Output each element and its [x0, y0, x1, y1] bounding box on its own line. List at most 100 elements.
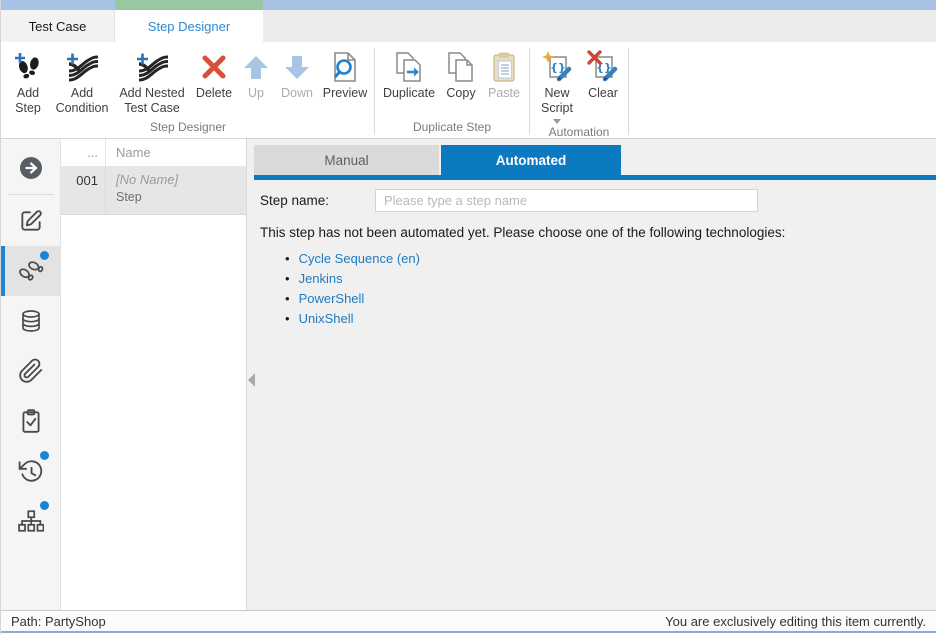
duplicate-button[interactable]: Duplicate: [378, 47, 440, 102]
ribbon-separator: [529, 48, 530, 135]
paste-label: Paste: [488, 86, 520, 101]
new-script-label: New Script: [536, 86, 578, 116]
move-down-label: Down: [281, 86, 313, 101]
add-condition-button[interactable]: Add Condition: [51, 47, 113, 117]
add-nested-test-case-button[interactable]: Add Nested Test Case: [113, 47, 191, 117]
duplicate-icon: [393, 48, 425, 86]
history-icon: [18, 458, 44, 484]
hierarchy-badge: [40, 501, 49, 510]
tab-step-designer-label: Step Designer: [148, 19, 230, 34]
duplicate-label: Duplicate: [383, 86, 435, 101]
technology-list-item: • Cycle Sequence (en): [285, 251, 936, 266]
delete-icon: [200, 48, 228, 86]
technology-link-jenkins[interactable]: Jenkins: [299, 271, 343, 286]
tab-test-case-label: Test Case: [29, 19, 87, 34]
ribbon-group-label-duplicate-step: Duplicate Step: [378, 120, 526, 138]
technology-link-cycle-sequence[interactable]: Cycle Sequence (en): [299, 251, 420, 266]
top-accent-strip: [1, 0, 936, 10]
copy-icon: [445, 48, 477, 86]
add-step-label: Add Step: [8, 86, 48, 116]
ribbon-group-duplicate-step: Duplicate Copy: [378, 45, 526, 138]
add-condition-label: Add Condition: [54, 86, 110, 116]
add-nested-test-case-icon: [135, 48, 169, 86]
navigation-sidebar: [1, 139, 61, 610]
edit-icon: [18, 208, 44, 234]
ribbon-group-step-designer: Add Step Add Condition: [5, 45, 371, 138]
paste-icon: [489, 48, 519, 86]
database-icon: [18, 308, 44, 334]
add-nested-test-case-label: Add Nested Test Case: [116, 86, 188, 116]
sidebar-divider: [8, 194, 54, 195]
step-name-input[interactable]: [375, 189, 758, 212]
technology-list-item: • UnixShell: [285, 311, 936, 326]
add-condition-icon: [65, 48, 99, 86]
preview-button[interactable]: Preview: [319, 47, 371, 102]
status-bar: Path: PartyShop You are exclusively edit…: [1, 610, 936, 631]
technology-list: • Cycle Sequence (en) • Jenkins • PowerS…: [285, 251, 936, 326]
sidebar-item-hierarchy[interactable]: [1, 496, 60, 546]
attachment-icon: [18, 358, 44, 384]
preview-icon: [330, 48, 360, 86]
copy-button[interactable]: Copy: [440, 47, 482, 102]
steps-list-panel: ... Name 001 [No Name] Step: [61, 139, 247, 610]
tab-automated-label: Automated: [496, 153, 567, 168]
sidebar-item-data[interactable]: [1, 296, 60, 346]
active-tab-underline: [254, 175, 936, 180]
technology-list-item: • PowerShell: [285, 291, 936, 306]
step-row[interactable]: 001 [No Name] Step: [61, 167, 246, 215]
bullet-icon: •: [285, 252, 290, 265]
sidebar-item-tasks[interactable]: [1, 396, 60, 446]
app-window: Test Case Step Designer: [0, 0, 936, 634]
ribbon-toolbar: Add Step Add Condition: [1, 42, 936, 139]
sidebar-item-edit[interactable]: [1, 196, 60, 246]
collapse-panel-icon[interactable]: [248, 373, 255, 387]
add-step-button[interactable]: Add Step: [5, 47, 51, 117]
step-editor-panel: Manual Automated Step name: This step ha…: [247, 139, 936, 610]
clear-script-icon: {}: [587, 48, 619, 86]
active-tab-accent: [115, 0, 263, 10]
move-up-button: Up: [237, 47, 275, 102]
status-editing-message: You are exclusively editing this item cu…: [665, 614, 926, 629]
column-header-index[interactable]: ...: [61, 139, 106, 166]
clear-script-label: Clear: [588, 86, 618, 101]
steps-icon: [17, 257, 45, 285]
column-header-name[interactable]: Name: [106, 139, 151, 166]
bullet-icon: •: [285, 312, 290, 325]
copy-label: Copy: [446, 86, 475, 101]
clear-script-button[interactable]: {} Clear: [581, 47, 625, 102]
tab-automated[interactable]: Automated: [441, 145, 621, 175]
step-name-row: Step name:: [260, 189, 936, 212]
bottom-accent-strip: [1, 631, 936, 633]
sidebar-item-history[interactable]: [1, 446, 60, 496]
ribbon-group-label-step-designer: Step Designer: [5, 120, 371, 138]
sidebar-item-attachments[interactable]: [1, 346, 60, 396]
tab-manual-label: Manual: [324, 153, 368, 168]
tab-manual[interactable]: Manual: [254, 145, 439, 175]
ribbon-group-automation: {} New Script {}: [533, 45, 625, 138]
technology-link-unixshell[interactable]: UnixShell: [299, 311, 354, 326]
step-row-type: Step: [116, 190, 178, 204]
technology-link-powershell[interactable]: PowerShell: [299, 291, 365, 306]
step-row-index: 001: [61, 167, 106, 214]
tab-bar-filler: [263, 10, 936, 42]
step-row-name: [No Name]: [116, 172, 178, 187]
ribbon-separator: [628, 48, 629, 135]
bullet-icon: •: [285, 272, 290, 285]
new-script-button[interactable]: {} New Script: [533, 47, 581, 125]
sidebar-item-navigate[interactable]: [1, 143, 60, 193]
history-badge: [40, 451, 49, 460]
document-tab-bar: Test Case Step Designer: [1, 10, 936, 42]
ribbon-separator: [374, 48, 375, 135]
automation-message: This step has not been automated yet. Pl…: [260, 225, 936, 240]
delete-button[interactable]: Delete: [191, 47, 237, 102]
new-script-icon: {}: [541, 48, 573, 86]
down-arrow-icon: [283, 48, 311, 86]
content-area: ... Name 001 [No Name] Step Manual Autom…: [1, 139, 936, 610]
steps-list-header: ... Name: [61, 139, 246, 167]
technology-list-item: • Jenkins: [285, 271, 936, 286]
sidebar-item-steps[interactable]: [1, 246, 60, 296]
tab-step-designer[interactable]: Step Designer: [115, 10, 263, 42]
tab-test-case[interactable]: Test Case: [1, 10, 115, 42]
steps-badge: [40, 251, 49, 260]
new-script-dropdown-arrow-icon[interactable]: [553, 119, 561, 124]
